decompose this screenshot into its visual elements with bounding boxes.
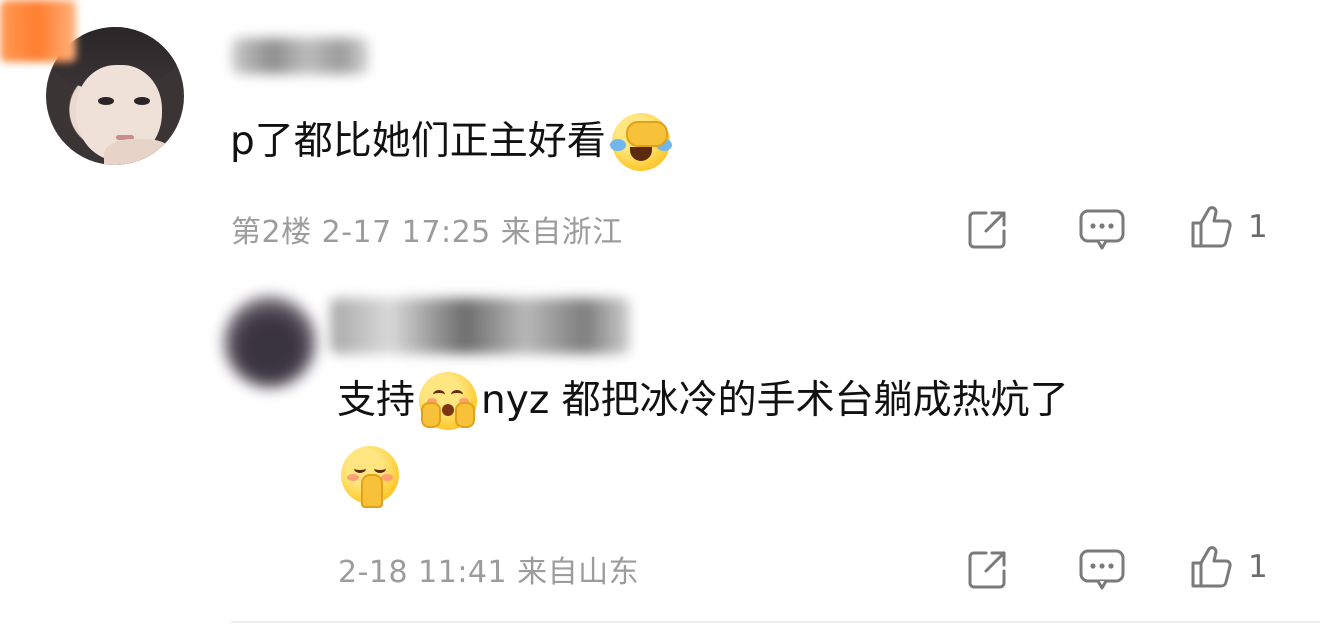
comment-text: p了都比她们正主好看 (230, 113, 672, 171)
avatar-eye-left (98, 97, 114, 105)
reply-time: 11:41 (418, 555, 508, 590)
thumbs-up-icon (1191, 546, 1232, 588)
reply-date: 2-18 (338, 555, 409, 590)
user-badge-blurred (0, 0, 76, 62)
reply-share-button[interactable] (966, 547, 1010, 591)
thumbs-up-icon (1191, 206, 1232, 248)
reply-meta: 2-18 11:41 来自山东 (338, 547, 639, 591)
comment-date: 2-17 (321, 215, 392, 250)
reply-body-end: nyz 都把冰冷的手术台躺成热炕了 (481, 378, 1069, 423)
reply-text-line-2 (341, 446, 399, 508)
reply-like-button[interactable]: 1 (1190, 545, 1268, 589)
comment-time: 17:25 (401, 215, 491, 250)
like-button[interactable]: 1 (1190, 205, 1268, 249)
reply-like-count: 1 (1248, 549, 1268, 585)
share-icon (968, 211, 1006, 249)
comment-location: 来自浙江 (500, 215, 623, 250)
reply-username-blurred[interactable] (330, 298, 630, 354)
reply-comment-button[interactable] (1079, 549, 1125, 591)
praying-blush-face-icon (341, 446, 399, 508)
reply-body-start: 支持 (337, 378, 416, 423)
divider (231, 621, 1320, 623)
reply-text-line-1: 支持 nyz 都把冰冷的手术台躺成热炕了 (337, 372, 1069, 430)
share-icon (968, 551, 1006, 589)
username-blurred[interactable] (232, 38, 368, 74)
comment-body: p了都比她们正主好看 (230, 119, 606, 164)
share-button[interactable] (966, 207, 1010, 251)
avatar-hand (104, 139, 174, 165)
reply-avatar-blurred[interactable] (224, 296, 316, 388)
comment-meta: 第2楼 2-17 17:25 来自浙江 (231, 207, 623, 251)
comment-icon (1079, 209, 1125, 250)
avatar-eye-right (134, 97, 150, 105)
face-with-tears-of-joy-icon (609, 113, 672, 171)
hugging-face-icon (419, 372, 478, 430)
comment-icon (1079, 549, 1125, 590)
comment-button[interactable] (1079, 209, 1125, 251)
reply-location: 来自山东 (517, 555, 640, 590)
comment-thread: p了都比她们正主好看 第2楼 2-17 17:25 来自浙江 1 支持 nyz … (0, 0, 1320, 627)
floor-label: 第2楼 (231, 215, 312, 250)
like-count: 1 (1248, 209, 1268, 245)
